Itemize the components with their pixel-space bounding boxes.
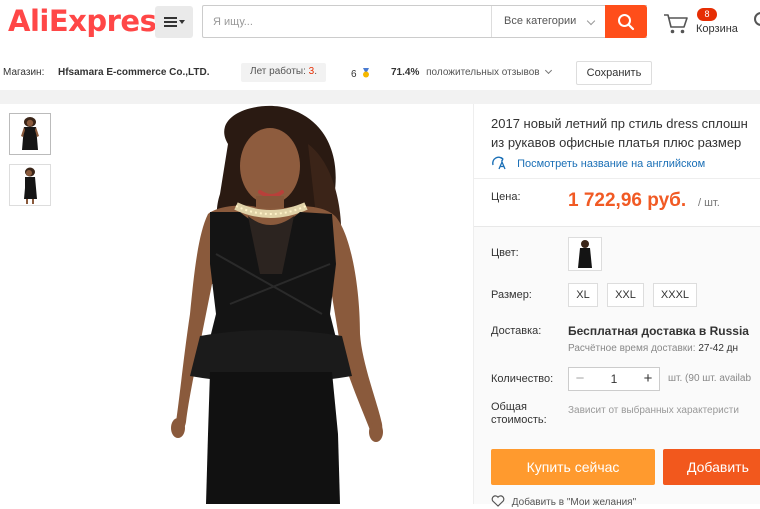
site-header: AliExpress® Все категории 8 Корзина [0, 0, 760, 46]
dress-thumbnail-image [24, 167, 37, 204]
size-option-xxxl[interactable]: XXXL [653, 283, 697, 307]
gallery-thumbnail[interactable] [9, 164, 51, 206]
product-gallery [0, 104, 474, 504]
caret-down-icon [178, 20, 185, 24]
seller-rating[interactable]: 6 [351, 67, 370, 80]
product-info-panel: 2017 новый летний пр стиль dress сплошн … [474, 104, 760, 508]
search-button[interactable] [605, 5, 647, 38]
store-years-badge: Лет работы: 3. [241, 63, 327, 82]
search-bar: Все категории [202, 5, 647, 38]
account-icon[interactable] [754, 12, 760, 26]
cart-label: Корзина [696, 23, 738, 35]
save-store-button[interactable]: Сохранить [576, 61, 652, 85]
search-input[interactable] [213, 13, 483, 31]
color-label: Цвет: [491, 247, 519, 259]
chevron-down-icon [586, 16, 596, 26]
shipping-method[interactable]: Бесплатная доставка в Russia [568, 324, 749, 338]
category-select-label: Все категории [504, 15, 577, 27]
total-note: Зависит от выбранных характеристи [568, 405, 739, 416]
availability-text: шт. (90 шт. availab [668, 373, 752, 384]
dress-thumbnail-image [21, 117, 39, 150]
size-label: Размер: [491, 289, 532, 301]
section-divider [0, 90, 760, 104]
product-main-image[interactable] [60, 104, 470, 504]
store-label: Магазин: [3, 67, 45, 78]
quantity-increase-button[interactable]: + [637, 368, 659, 390]
shipping-time: Расчётное время доставки: 27-42 дн [568, 343, 739, 354]
store-info-bar: Магазин: Hfsamara E-commerce Co.,LTD. Ле… [0, 58, 760, 88]
size-option-xxl[interactable]: XXL [607, 283, 644, 307]
add-to-cart-button[interactable]: Добавить [663, 449, 760, 485]
product-options: Цвет: Размер: XL XXL XXXL Доставка: Бесп… [474, 226, 760, 508]
medal-icon [363, 68, 370, 78]
positive-feedback[interactable]: 71.4% положительных отзывов [391, 66, 553, 78]
gallery-thumbnail[interactable] [9, 113, 51, 155]
aliexpress-logo[interactable]: AliExpress® [8, 4, 180, 38]
product-title: 2017 новый летний пр стиль dress сплошн … [491, 116, 748, 150]
color-swatch-image [578, 240, 592, 268]
total-label: Общая стоимость: [491, 401, 547, 426]
translate-icon [492, 156, 506, 170]
cart-link[interactable]: 8 Корзина [663, 6, 753, 40]
quantity-decrease-button[interactable]: − [569, 368, 591, 390]
categories-menu-button[interactable] [155, 6, 193, 38]
price-label: Цена: [491, 191, 521, 203]
color-option-black[interactable] [568, 237, 602, 271]
price-unit: / шт. [698, 197, 720, 209]
add-to-wishlist-link[interactable]: Добавить в "Мои желания" [491, 495, 636, 508]
shipping-label: Доставка: [491, 325, 542, 337]
quantity-stepper: − 1 + [568, 367, 660, 391]
heart-icon [491, 495, 505, 507]
store-name-link[interactable]: Hfsamara E-commerce Co.,LTD. [58, 67, 210, 78]
product-price: 1 722,96 руб. [568, 190, 687, 211]
buy-now-button[interactable]: Купить сейчас [491, 449, 655, 485]
size-option-xl[interactable]: XL [568, 283, 598, 307]
quantity-input[interactable]: 1 [591, 368, 637, 390]
cart-count-badge: 8 [697, 8, 717, 21]
quantity-label: Количество: [491, 373, 554, 385]
cart-icon [664, 14, 688, 34]
category-select[interactable]: Все категории [491, 6, 606, 37]
translate-title-link[interactable]: Посмотреть название на английском [491, 156, 705, 170]
search-icon [618, 13, 635, 30]
price-row: Цена: 1 722,96 руб. / шт. [474, 178, 760, 226]
menu-icon [163, 17, 177, 27]
chevron-down-icon [545, 66, 553, 75]
